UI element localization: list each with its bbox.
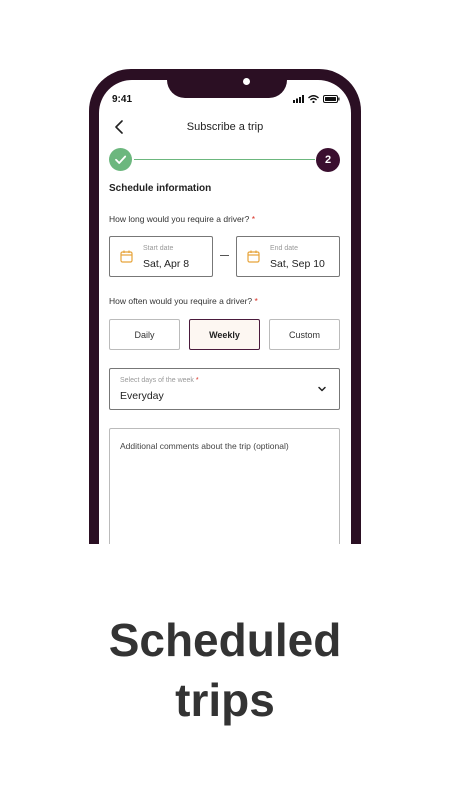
camera-dot (243, 78, 250, 85)
end-date-label: End date (270, 245, 299, 252)
duration-question: How long would you require a driver? * (109, 214, 255, 224)
phone-notch (167, 69, 287, 98)
frequency-daily-button[interactable]: Daily (109, 319, 180, 350)
end-date-value: Sat, Sep 10 (270, 258, 325, 270)
frequency-question: How often would you require a driver? * (109, 296, 258, 306)
stepper-line (134, 159, 315, 160)
step-completed (109, 148, 132, 171)
start-date-label: Start date (143, 245, 174, 252)
start-date-value: Sat, Apr 8 (143, 258, 190, 270)
calendar-icon (120, 250, 133, 263)
days-of-week-select[interactable]: Select days of the week * Everyday (109, 368, 340, 410)
signal-icon (293, 95, 304, 103)
frequency-question-text: How often would you require a driver? (109, 296, 253, 306)
headline-line-2: trips (175, 674, 275, 726)
calendar-icon (247, 250, 260, 263)
section-title: Schedule information (109, 183, 212, 194)
screen-title: Subscribe a trip (186, 121, 264, 133)
battery-icon (323, 95, 340, 103)
comments-placeholder: Additional comments about the trip (opti… (120, 441, 289, 451)
required-mark: * (251, 214, 256, 224)
days-select-label: Select days of the week * (120, 377, 199, 384)
frequency-custom-button[interactable]: Custom (269, 319, 340, 350)
status-time: 9:41 (112, 94, 133, 105)
check-icon (115, 155, 127, 164)
step-current: 2 (316, 148, 340, 172)
required-mark: * (195, 377, 199, 384)
required-mark: * (254, 296, 258, 306)
frequency-weekly-button[interactable]: Weekly (189, 319, 260, 350)
duration-question-text: How long would you require a driver? (109, 214, 250, 224)
marketing-headline: Scheduled trips (0, 610, 450, 730)
wifi-icon (308, 95, 319, 103)
days-select-label-text: Select days of the week (120, 377, 194, 384)
trip-comments-textarea[interactable]: Additional comments about the trip (opti… (109, 428, 340, 544)
phone-screen: 9:41 Subscribe a trip 2 Schedule informa… (99, 80, 351, 544)
end-date-field[interactable]: End date Sat, Sep 10 (236, 236, 340, 277)
status-icons (293, 95, 340, 103)
chevron-down-icon (318, 386, 326, 392)
days-select-value: Everyday (120, 390, 164, 402)
start-date-field[interactable]: Start date Sat, Apr 8 (109, 236, 213, 277)
date-range-dash (220, 255, 229, 256)
headline-line-1: Scheduled (108, 614, 342, 666)
